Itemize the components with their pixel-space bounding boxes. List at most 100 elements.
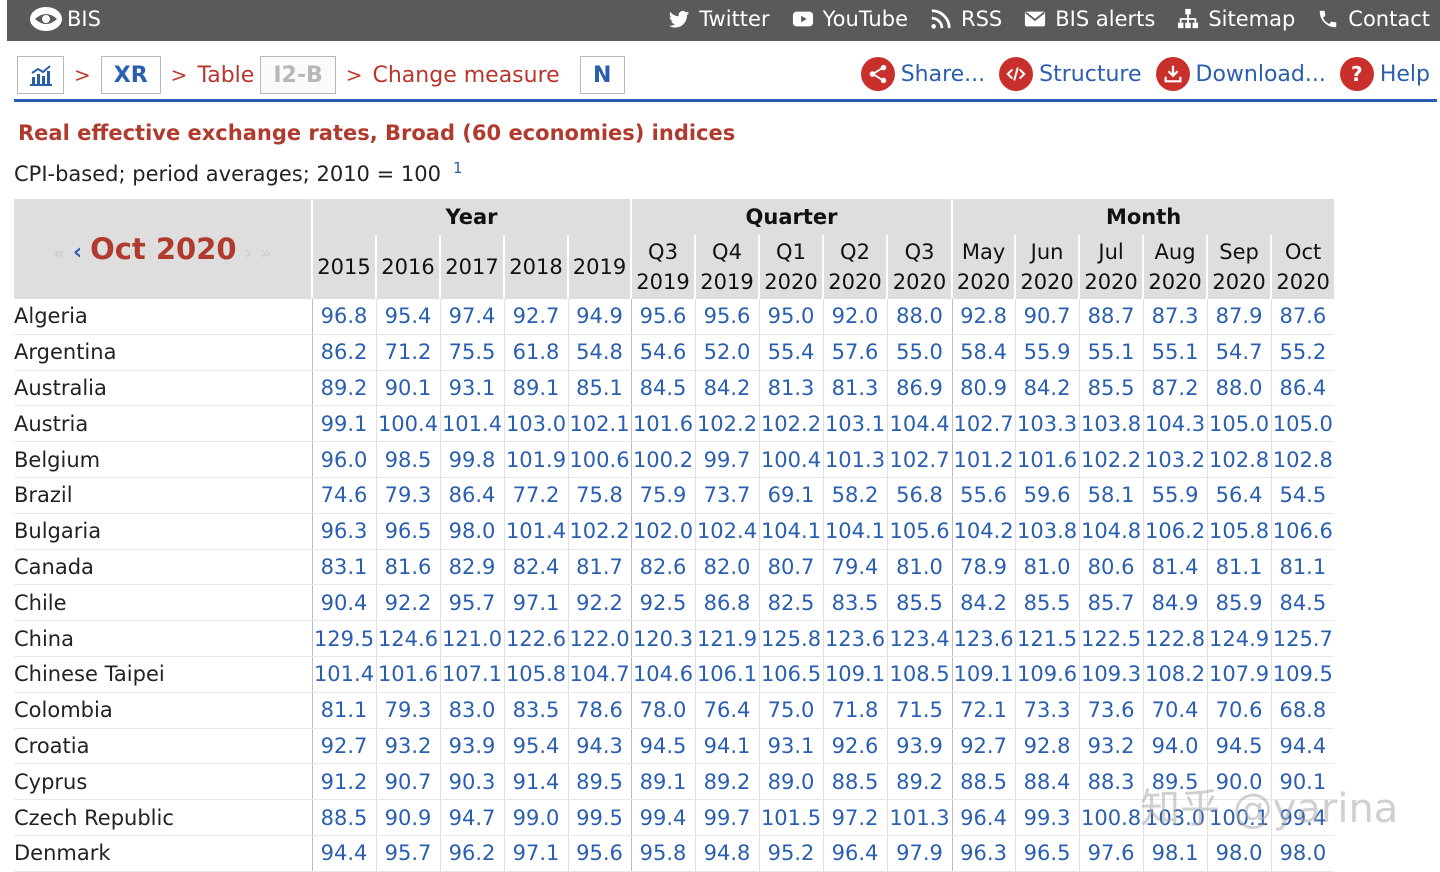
data-cell[interactable]: 94.5 [630, 728, 695, 765]
data-cell[interactable]: 84.5 [1270, 584, 1335, 622]
data-cell[interactable]: 109.5 [1270, 656, 1335, 693]
column-header[interactable]: 2019 [567, 235, 631, 299]
dataset-button[interactable]: XR [100, 56, 161, 94]
country-name[interactable]: Brazil [14, 477, 312, 514]
data-cell[interactable]: 105.0 [1270, 405, 1335, 443]
data-cell[interactable]: 122.5 [1078, 620, 1144, 657]
country-name[interactable]: Croatia [14, 728, 312, 765]
data-cell[interactable]: 99.4 [1270, 799, 1335, 836]
data-cell[interactable]: 103.8 [1078, 405, 1144, 443]
data-cell[interactable]: 76.4 [694, 692, 759, 729]
data-cell[interactable]: 92.8 [951, 299, 1016, 335]
data-cell[interactable]: 81.3 [822, 370, 887, 407]
data-cell[interactable]: 102.1 [567, 405, 631, 443]
data-cell[interactable]: 58.2 [822, 477, 887, 514]
data-cell[interactable]: 87.3 [1142, 299, 1208, 335]
data-cell[interactable]: 103.2 [1142, 441, 1208, 478]
data-cell[interactable]: 55.0 [886, 334, 953, 371]
column-header[interactable]: 2015 [311, 235, 376, 299]
data-cell[interactable]: 70.6 [1206, 692, 1272, 729]
data-cell[interactable]: 92.2 [567, 584, 631, 622]
data-cell[interactable]: 101.9 [503, 441, 568, 478]
data-cell[interactable]: 97.2 [822, 799, 887, 836]
data-cell[interactable]: 89.5 [567, 763, 631, 801]
data-cell[interactable]: 70.4 [1142, 692, 1208, 729]
data-cell[interactable]: 54.6 [630, 334, 695, 371]
data-cell[interactable]: 109.1 [951, 656, 1016, 693]
data-cell[interactable]: 109.3 [1078, 656, 1144, 693]
data-cell[interactable]: 95.6 [630, 299, 695, 335]
data-cell[interactable]: 99.5 [567, 799, 631, 836]
data-cell[interactable]: 81.1 [1206, 549, 1272, 586]
column-header[interactable]: Jul 2020 [1078, 235, 1144, 299]
country-name[interactable]: Bulgaria [14, 513, 312, 550]
data-cell[interactable]: 107.1 [439, 656, 504, 693]
data-cell[interactable]: 95.8 [630, 835, 695, 872]
data-cell[interactable]: 102.2 [758, 405, 823, 443]
data-cell[interactable]: 105.0 [1206, 405, 1272, 443]
data-cell[interactable]: 81.7 [567, 549, 631, 586]
data-cell[interactable]: 75.5 [439, 334, 504, 371]
data-cell[interactable]: 99.7 [694, 441, 759, 478]
data-cell[interactable]: 89.1 [503, 370, 568, 407]
data-cell[interactable]: 98.5 [375, 441, 440, 478]
data-cell[interactable]: 101.6 [375, 656, 440, 693]
data-cell[interactable]: 85.9 [1206, 584, 1272, 622]
data-cell[interactable]: 61.8 [503, 334, 568, 371]
data-cell[interactable]: 84.2 [951, 584, 1016, 622]
next-period-button[interactable]: › [245, 243, 252, 264]
data-cell[interactable]: 121.9 [694, 620, 759, 657]
data-cell[interactable]: 54.5 [1270, 477, 1335, 514]
data-cell[interactable]: 92.6 [822, 728, 887, 765]
country-name[interactable]: Chile [14, 584, 312, 622]
data-cell[interactable]: 84.9 [1142, 584, 1208, 622]
data-cell[interactable]: 101.3 [886, 799, 953, 836]
data-cell[interactable]: 81.0 [886, 549, 953, 586]
data-cell[interactable]: 85.5 [1014, 584, 1080, 622]
data-cell[interactable]: 97.1 [503, 835, 568, 872]
data-cell[interactable]: 106.2 [1142, 513, 1208, 550]
country-name[interactable]: China [14, 620, 312, 657]
data-cell[interactable]: 92.7 [951, 728, 1016, 765]
data-cell[interactable]: 123.4 [886, 620, 953, 657]
data-cell[interactable]: 75.8 [567, 477, 631, 514]
data-cell[interactable]: 106.1 [694, 656, 759, 693]
data-cell[interactable]: 89.0 [758, 763, 823, 801]
data-cell[interactable]: 83.5 [822, 584, 887, 622]
data-cell[interactable]: 124.9 [1206, 620, 1272, 657]
data-cell[interactable]: 104.1 [822, 513, 887, 550]
column-header[interactable]: 2018 [503, 235, 568, 299]
data-cell[interactable]: 103.0 [503, 405, 568, 443]
data-cell[interactable]: 104.1 [758, 513, 823, 550]
data-cell[interactable]: 87.6 [1270, 299, 1335, 335]
data-cell[interactable]: 109.6 [1014, 656, 1080, 693]
data-cell[interactable]: 92.7 [503, 299, 568, 335]
data-cell[interactable]: 94.4 [1270, 728, 1335, 765]
data-cell[interactable]: 97.9 [886, 835, 953, 872]
data-cell[interactable]: 85.7 [1078, 584, 1144, 622]
data-cell[interactable]: 75.0 [758, 692, 823, 729]
twitter-link[interactable]: Twitter [668, 7, 770, 31]
data-cell[interactable]: 103.1 [822, 405, 887, 443]
data-cell[interactable]: 105.8 [1206, 513, 1272, 550]
data-cell[interactable]: 55.4 [758, 334, 823, 371]
data-cell[interactable]: 78.0 [630, 692, 695, 729]
data-cell[interactable]: 102.2 [694, 405, 759, 443]
data-cell[interactable]: 100.4 [758, 441, 823, 478]
data-cell[interactable]: 99.8 [439, 441, 504, 478]
country-name[interactable]: Colombia [14, 692, 312, 729]
data-cell[interactable]: 100.4 [375, 405, 440, 443]
country-name[interactable]: Czech Republic [14, 799, 312, 836]
data-cell[interactable]: 96.8 [311, 299, 376, 335]
data-cell[interactable]: 92.2 [375, 584, 440, 622]
data-cell[interactable]: 121.0 [439, 620, 504, 657]
data-cell[interactable]: 108.2 [1142, 656, 1208, 693]
data-cell[interactable]: 95.6 [694, 299, 759, 335]
data-cell[interactable]: 54.8 [567, 334, 631, 371]
bis-alerts-link[interactable]: BIS alerts [1024, 7, 1155, 31]
data-cell[interactable]: 82.9 [439, 549, 504, 586]
data-cell[interactable]: 94.1 [694, 728, 759, 765]
column-header[interactable]: Q4 2019 [694, 235, 759, 299]
data-cell[interactable]: 97.1 [503, 584, 568, 622]
data-cell[interactable]: 95.7 [439, 584, 504, 622]
